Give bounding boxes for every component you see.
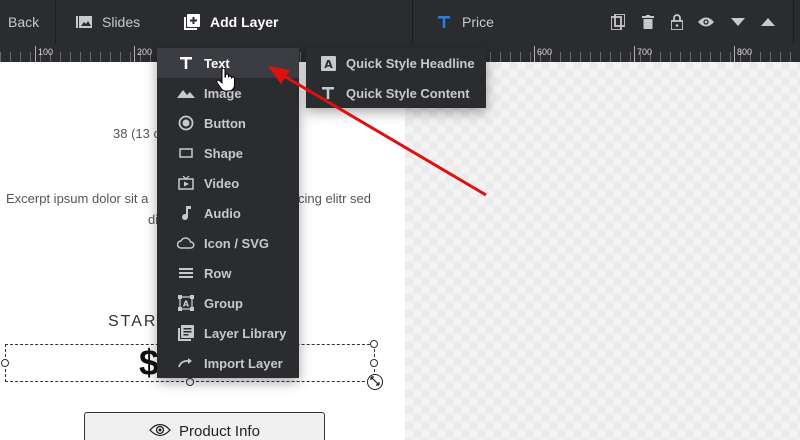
ruler-label: 800 [737,47,753,57]
eye-icon [698,14,714,30]
caret-up-icon [760,14,776,30]
toolbar-divider [793,0,794,44]
menu-item-group[interactable]: A Group [157,288,299,318]
submenu-item-quick-style-content[interactable]: Quick Style Content [306,78,486,108]
add-layer-icon [184,14,200,30]
product-info-label: Product Info [179,423,260,440]
menu-item-video[interactable]: Video [157,168,299,198]
menu-item-import-layer[interactable]: Import Layer [157,348,299,378]
submenu-item-quick-style-headline[interactable]: A Quick Style Headline [306,48,486,78]
trash-icon [640,14,656,30]
ruler-major-tick [534,46,535,62]
diagonal-arrows-icon [370,375,380,389]
menu-item-label: Button [204,115,246,131]
group-icon: A [177,294,195,312]
image-icon [177,84,195,102]
row-icon [177,264,195,282]
slides-icon [76,14,92,30]
headline-icon: A [320,55,336,71]
toolbar-divider [55,0,56,44]
add-layer-label: Add Layer [210,14,279,30]
text-icon [177,54,195,72]
move-down-button[interactable] [730,0,756,44]
menu-item-layer-library[interactable]: Layer Library [157,318,299,348]
submenu-item-label: Quick Style Headline [346,55,475,71]
menu-item-label: Layer Library [204,325,287,341]
ruler-major-tick [35,46,36,62]
audio-icon [177,204,195,222]
shape-icon [177,144,195,162]
menu-item-shape[interactable]: Shape [157,138,299,168]
canvas-transparent-area [405,62,800,440]
slide-meta-text[interactable]: 38 (13 c [113,126,160,141]
back-button[interactable]: Back [8,0,39,44]
hand-cursor-icon [216,68,235,92]
top-toolbar: Back Slides Add Layer Price [0,0,800,48]
layer-name-field[interactable]: Price [436,0,494,44]
svg-text:A: A [183,300,190,309]
slides-button[interactable]: Slides [76,0,140,44]
resize-handle-top-right[interactable] [370,340,378,348]
add-layer-menu: Text Image Button Shape Video Audio Icon… [157,48,299,378]
slide-excerpt-text-end[interactable]: cing elitr sed [298,191,371,206]
move-up-button[interactable] [760,0,786,44]
cloud-icon [177,234,195,252]
ruler-major-tick [134,46,135,62]
scale-handle[interactable] [367,374,383,390]
resize-handle-bottom[interactable] [186,378,194,386]
resize-handle-left[interactable] [1,359,9,367]
slide-excerpt-text[interactable]: Excerpt ipsum dolor sit a [6,191,148,206]
menu-item-label: Video [204,175,240,191]
ruler-major-tick [634,46,635,62]
layer-name-label: Price [462,14,494,30]
submenu-item-label: Quick Style Content [346,85,470,101]
menu-item-label: Icon / SVG [204,235,270,251]
text-submenu: A Quick Style Headline Quick Style Conte… [306,48,486,108]
eye-icon [149,423,171,437]
product-info-button[interactable]: Product Info [84,412,325,440]
video-icon [177,174,195,192]
ruler-label: 200 [137,47,153,57]
menu-item-label: Import Layer [204,355,283,371]
delete-button[interactable] [640,0,666,44]
copy-icon [610,14,626,30]
import-icon [177,354,195,372]
slides-label: Slides [102,14,141,30]
back-label: Back [8,14,40,30]
menu-item-button[interactable]: Button [157,108,299,138]
starting-at-text[interactable]: STAR [108,313,157,331]
menu-item-label: Audio [204,205,241,221]
add-layer-button[interactable]: Add Layer [184,0,278,44]
ruler-label: 100 [38,47,54,57]
library-icon [177,324,195,342]
svg-text:A: A [324,58,333,71]
button-icon [177,114,195,132]
ruler-major-tick [734,46,735,62]
lock-icon [669,14,685,30]
caret-down-icon [730,14,746,30]
toolbar-divider [412,0,413,44]
menu-item-label: Group [204,295,243,311]
menu-item-audio[interactable]: Audio [157,198,299,228]
text-icon [320,85,336,101]
ruler-label: 700 [637,47,653,57]
ruler-label: 600 [537,47,553,57]
text-layer-icon [436,14,452,30]
resize-handle-right[interactable] [370,359,378,367]
menu-item-icon-svg[interactable]: Icon / SVG [157,228,299,258]
menu-item-label: Shape [204,145,244,161]
duplicate-button[interactable] [610,0,636,44]
visibility-button[interactable] [698,0,724,44]
lock-button[interactable] [669,0,695,44]
menu-item-label: Row [204,265,232,281]
menu-item-row[interactable]: Row [157,258,299,288]
